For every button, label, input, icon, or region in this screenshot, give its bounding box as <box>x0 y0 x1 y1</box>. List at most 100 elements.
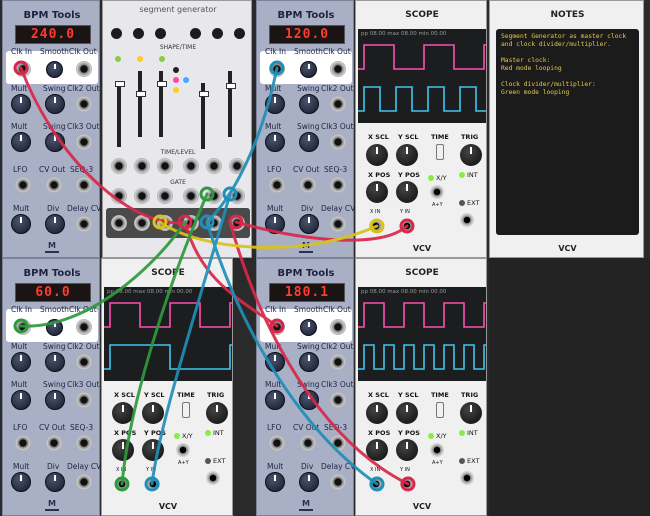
y-position-knob[interactable] <box>396 181 418 203</box>
gate-input-jack[interactable] <box>229 188 245 204</box>
y-position-knob[interactable] <box>142 439 164 461</box>
cv-input-jack[interactable] <box>134 158 150 174</box>
gate-input-jack[interactable] <box>111 188 127 204</box>
mode-button[interactable] <box>176 443 190 457</box>
x-position-knob[interactable] <box>366 181 388 203</box>
y-input-jack[interactable] <box>146 477 160 491</box>
output-jack[interactable] <box>183 215 199 231</box>
clk-in-jack[interactable] <box>15 319 31 335</box>
smooth-knob[interactable] <box>46 319 63 336</box>
output-jack[interactable] <box>111 215 127 231</box>
x-scale-knob[interactable] <box>366 144 388 166</box>
gate-input-jack[interactable] <box>183 188 199 204</box>
smooth-knob[interactable] <box>300 319 317 336</box>
x-position-knob[interactable] <box>366 439 388 461</box>
clk-out-jack[interactable] <box>76 61 92 77</box>
clk3-out-jack[interactable] <box>330 134 346 150</box>
x-input-jack[interactable] <box>369 219 383 233</box>
swing-knob[interactable] <box>45 94 65 114</box>
trigger-knob[interactable] <box>460 144 482 166</box>
shape-knob[interactable] <box>234 28 245 39</box>
y-scale-knob[interactable] <box>396 402 418 424</box>
clk2-out-jack[interactable] <box>330 354 346 370</box>
y-position-knob[interactable] <box>396 439 418 461</box>
gate-input-jack[interactable] <box>134 188 150 204</box>
trigger-knob[interactable] <box>206 402 228 424</box>
output-jack[interactable] <box>229 215 245 231</box>
y-scale-knob[interactable] <box>396 144 418 166</box>
level-slider[interactable] <box>157 71 167 137</box>
swing-knob[interactable] <box>45 132 65 152</box>
delay-cv-jack[interactable] <box>330 474 346 490</box>
lfo-jack[interactable] <box>15 435 31 451</box>
swing-knob[interactable] <box>299 132 319 152</box>
div-knob[interactable] <box>45 214 65 234</box>
mult-knob[interactable] <box>11 352 31 372</box>
mult-knob[interactable] <box>265 94 285 114</box>
x-input-jack[interactable] <box>115 477 129 491</box>
y-scale-knob[interactable] <box>142 402 164 424</box>
clk-out-jack[interactable] <box>330 319 346 335</box>
seq3-jack[interactable] <box>76 177 92 193</box>
x-input-jack[interactable] <box>369 477 383 491</box>
delay-cv-jack[interactable] <box>76 216 92 232</box>
lfo-jack[interactable] <box>15 177 31 193</box>
gate-input-jack[interactable] <box>157 188 173 204</box>
time-switch[interactable] <box>436 144 444 160</box>
time-switch[interactable] <box>436 402 444 418</box>
mult-knob[interactable] <box>265 214 285 234</box>
cv-input-jack[interactable] <box>229 158 245 174</box>
ext-trigger-jack[interactable] <box>206 471 220 485</box>
mult-knob[interactable] <box>265 472 285 492</box>
mode-button[interactable] <box>430 185 444 199</box>
cv-out-jack[interactable] <box>46 435 62 451</box>
clk2-out-jack[interactable] <box>76 354 92 370</box>
mult-knob[interactable] <box>11 214 31 234</box>
swing-knob[interactable] <box>299 94 319 114</box>
cv-out-jack[interactable] <box>300 435 316 451</box>
clk-in-jack[interactable] <box>269 61 285 77</box>
clk-out-jack[interactable] <box>330 61 346 77</box>
clk3-out-jack[interactable] <box>76 392 92 408</box>
gate-input-jack[interactable] <box>206 188 222 204</box>
empty-rack-area[interactable] <box>489 258 650 516</box>
smooth-knob[interactable] <box>300 61 317 78</box>
clk-out-jack[interactable] <box>76 319 92 335</box>
level-slider[interactable] <box>226 71 236 137</box>
shape-knob[interactable] <box>133 28 144 39</box>
lfo-jack[interactable] <box>269 435 285 451</box>
swing-knob[interactable] <box>299 352 319 372</box>
ext-trigger-jack[interactable] <box>460 213 474 227</box>
clk-in-jack[interactable] <box>15 61 31 77</box>
scope-screen[interactable]: pp 08.00 max 08.00 min 00.00 <box>358 287 486 381</box>
clk2-out-jack[interactable] <box>330 96 346 112</box>
scope-screen[interactable]: pp 08.00 max 08.00 min 00.00 <box>104 287 232 381</box>
output-jack[interactable] <box>206 215 222 231</box>
level-slider[interactable] <box>115 81 125 147</box>
smooth-knob[interactable] <box>46 61 63 78</box>
mode-button[interactable] <box>430 443 444 457</box>
swing-knob[interactable] <box>45 352 65 372</box>
cv-out-jack[interactable] <box>300 177 316 193</box>
clk3-out-jack[interactable] <box>330 392 346 408</box>
cv-input-jack[interactable] <box>157 158 173 174</box>
scope-screen[interactable]: pp 08.00 max 08.00 min 00.00 <box>358 29 486 123</box>
shape-knob[interactable] <box>111 28 122 39</box>
shape-knob[interactable] <box>155 28 166 39</box>
output-jack[interactable] <box>134 215 150 231</box>
mult-knob[interactable] <box>265 390 285 410</box>
mult-knob[interactable] <box>265 132 285 152</box>
ext-trigger-jack[interactable] <box>460 471 474 485</box>
cv-input-jack[interactable] <box>183 158 199 174</box>
seq3-jack[interactable] <box>330 177 346 193</box>
seq3-jack[interactable] <box>330 435 346 451</box>
cv-out-jack[interactable] <box>46 177 62 193</box>
shape-knob[interactable] <box>190 28 201 39</box>
y-input-jack[interactable] <box>400 219 414 233</box>
y-input-jack[interactable] <box>400 477 414 491</box>
output-jack[interactable] <box>157 215 173 231</box>
notes-text-area[interactable]: Segment Generator as master clock and cl… <box>496 29 639 235</box>
time-switch[interactable] <box>182 402 190 418</box>
clk-in-jack[interactable] <box>269 319 285 335</box>
delay-cv-jack[interactable] <box>76 474 92 490</box>
